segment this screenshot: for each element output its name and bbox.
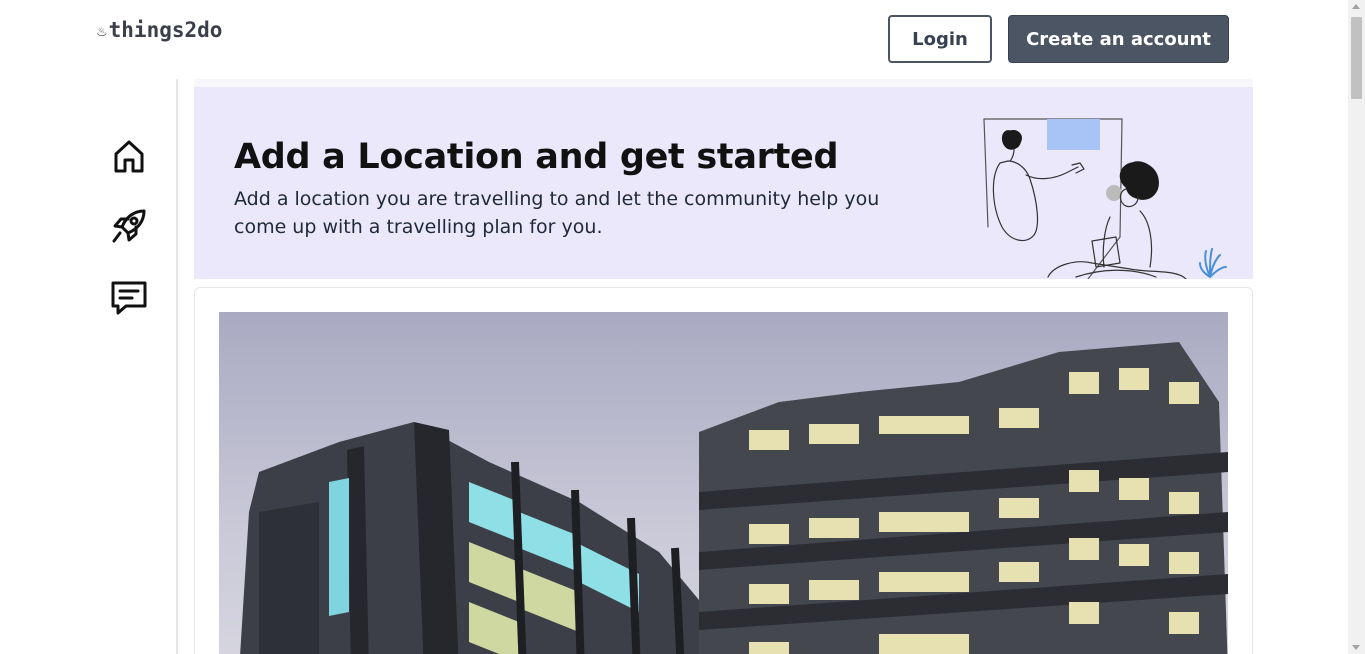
scroll-down-arrow-icon[interactable] bbox=[1352, 645, 1360, 650]
page-scrollbar[interactable] bbox=[1348, 0, 1365, 654]
banner-top-strip bbox=[194, 79, 1253, 87]
brand-name: things2do bbox=[108, 18, 223, 42]
sidebar-item-home[interactable] bbox=[109, 136, 149, 176]
rocket-icon bbox=[112, 209, 146, 243]
location-card[interactable] bbox=[194, 287, 1253, 654]
scrollbar-thumb[interactable] bbox=[1351, 17, 1362, 99]
scroll-up-arrow-icon[interactable] bbox=[1352, 4, 1360, 9]
brand-logo[interactable]: ♨ things2do bbox=[97, 18, 222, 42]
sidebar-item-explore[interactable] bbox=[109, 206, 149, 246]
sidebar-item-messages[interactable] bbox=[109, 278, 149, 318]
login-button[interactable]: Login bbox=[888, 15, 992, 63]
home-icon bbox=[114, 140, 144, 173]
banner-title: Add a Location and get started bbox=[234, 137, 839, 177]
people-planning-illustration bbox=[983, 118, 1227, 279]
flame-icon: ♨ bbox=[97, 20, 107, 40]
create-account-button[interactable]: Create an account bbox=[1008, 15, 1229, 63]
banner-description: Add a location you are travelling to and… bbox=[234, 188, 880, 238]
message-icon bbox=[111, 281, 147, 315]
sidebar-divider bbox=[176, 79, 178, 654]
get-started-banner: Add a Location and get started Add a loc… bbox=[194, 87, 1253, 279]
location-photo bbox=[219, 312, 1228, 654]
